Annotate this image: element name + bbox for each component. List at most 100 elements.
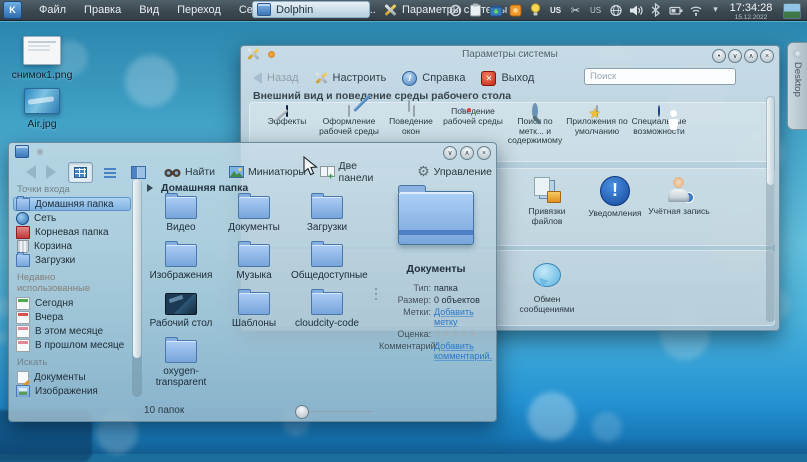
settings-item-messaging[interactable]: Обмен сообщениями xyxy=(512,259,582,315)
columns-view-icon xyxy=(131,166,146,179)
bluetooth-icon[interactable] xyxy=(648,3,663,18)
preview-image-icon xyxy=(229,166,244,178)
close-button[interactable]: × xyxy=(477,146,491,160)
settings-item-file-associations[interactable]: Привязки файлов xyxy=(512,175,582,227)
back-button[interactable]: Назад xyxy=(247,72,299,84)
minimize-button[interactable]: ∨ xyxy=(728,49,742,63)
folder-view: Видео Документы Загрузки Изображения Муз… xyxy=(145,193,367,388)
settings-item-accessibility[interactable]: Специальные возможности xyxy=(628,107,690,161)
find-button[interactable]: Найти xyxy=(164,166,215,178)
places-section-header: Искать xyxy=(17,357,131,368)
maximize-button[interactable]: ∧ xyxy=(460,146,474,160)
folder-item-public[interactable]: Общедоступные xyxy=(291,241,363,281)
settings-item-account[interactable]: Учётная запись xyxy=(644,175,714,217)
places-section-header: Недавно использованные xyxy=(17,272,131,294)
menu-edit[interactable]: Правка xyxy=(75,0,130,20)
settings-item-search[interactable]: Поиск по метк... и содержимому xyxy=(504,107,566,161)
app-launcher-button[interactable] xyxy=(3,1,22,19)
folder-item-downloads[interactable]: Загрузки xyxy=(291,193,363,233)
close-button[interactable]: × xyxy=(760,49,774,63)
home-folder-icon xyxy=(16,198,30,211)
settings-search-input[interactable] xyxy=(584,68,736,85)
menu-go[interactable]: Переход xyxy=(168,0,230,20)
add-tag-link[interactable]: Добавить метку xyxy=(434,307,493,327)
orange-app-icon[interactable] xyxy=(508,3,523,18)
places-item-trash[interactable]: Корзина xyxy=(13,239,131,253)
places-item-today[interactable]: Сегодня xyxy=(13,296,131,310)
menu-file[interactable]: Файл xyxy=(30,0,75,20)
places-item-home[interactable]: Домашняя папка xyxy=(13,197,131,211)
previews-button[interactable]: Миниатюры xyxy=(229,166,306,178)
places-item-network[interactable]: Сеть xyxy=(13,211,131,225)
forward-arrow-icon[interactable] xyxy=(46,165,63,179)
images-folder-icon xyxy=(16,385,30,398)
device-notifier-icon[interactable] xyxy=(488,3,503,18)
places-item-last-month[interactable]: В прошлом месяце xyxy=(13,338,131,352)
configure-button[interactable]: Настроить xyxy=(315,72,387,85)
settings-item-notifications[interactable]: Уведомления xyxy=(580,175,650,219)
folder-item-desktop[interactable]: Рабочий стол xyxy=(145,289,217,329)
settings-item-default-apps[interactable]: Приложения по умолчанию xyxy=(566,107,628,161)
desktop-icon-screenshot[interactable]: снимок1.png xyxy=(0,36,84,81)
details-view-icon xyxy=(104,167,116,178)
tray-expander-icon[interactable]: ▾ xyxy=(708,3,723,18)
quit-button[interactable]: ✕ Выход xyxy=(481,71,534,86)
places-item-yesterday[interactable]: Вчера xyxy=(13,310,131,324)
dolphin-titlebar[interactable]: ∨ ∧ × xyxy=(9,143,496,160)
klipper-scissors-icon[interactable]: ✂ xyxy=(568,3,583,18)
rating-stars[interactable]: ★★★★★ xyxy=(434,329,493,339)
menu-view[interactable]: Вид xyxy=(130,0,168,20)
folder-item-video[interactable]: Видео xyxy=(145,193,217,233)
zoom-slider-track[interactable] xyxy=(305,411,373,412)
folder-icon xyxy=(311,244,343,267)
magnifier-icon xyxy=(532,103,538,119)
wifi-icon[interactable] xyxy=(688,3,703,18)
places-item-downloads[interactable]: Загрузки xyxy=(13,253,131,267)
lightbulb-icon[interactable] xyxy=(528,3,543,18)
back-arrow-icon[interactable] xyxy=(19,165,36,179)
folder-item-music[interactable]: Музыка xyxy=(218,241,290,281)
panel-splitter-grip[interactable] xyxy=(375,285,378,303)
battery-icon[interactable] xyxy=(668,3,683,18)
folder-icon xyxy=(165,244,197,267)
control-button[interactable]: ⚙ Управление xyxy=(417,165,492,179)
settings-item-label: Учётная запись xyxy=(644,207,714,217)
klipper-empty-icon[interactable] xyxy=(448,3,463,18)
desktop-edge-tab[interactable]: Desktop xyxy=(787,42,807,130)
maximize-button[interactable]: ∧ xyxy=(744,49,758,63)
window-menu-button[interactable]: • xyxy=(712,49,726,63)
breadcrumb-arrow-icon xyxy=(147,184,157,192)
keyboard-layout-indicator[interactable]: US xyxy=(548,3,563,18)
binoculars-icon xyxy=(164,166,181,178)
places-item-images[interactable]: Изображения xyxy=(13,384,131,397)
info-size-label: Размер: xyxy=(379,295,431,305)
folder-item-images[interactable]: Изображения xyxy=(145,241,217,281)
keyboard-layout-indicator-2[interactable]: US xyxy=(588,3,603,18)
folder-item-cloudcity[interactable]: cloudcity-code xyxy=(291,289,363,329)
places-item-documents[interactable]: Документы xyxy=(13,370,131,384)
minimize-button[interactable]: ∨ xyxy=(443,146,457,160)
add-comment-link[interactable]: Добавить комментарий. xyxy=(434,341,490,361)
settings-scrollbar[interactable] xyxy=(766,96,775,322)
desktop-icon-air[interactable]: Air.jpg xyxy=(0,88,84,130)
information-panel: Документы Тип: папка Размер: 0 объектов … xyxy=(379,183,493,399)
clipboard-icon[interactable] xyxy=(468,3,483,18)
folder-item-oxygen[interactable]: oxygen-transparent xyxy=(145,337,217,388)
zoom-slider-knob[interactable] xyxy=(295,405,309,419)
folder-item-documents[interactable]: Документы xyxy=(218,193,290,233)
clock-widget[interactable]: 17:34:28 15.12.2022 xyxy=(725,0,777,20)
split-button[interactable]: + Две панели xyxy=(320,160,393,184)
settings-titlebar[interactable]: Параметры системы • ∨ ∧ × xyxy=(241,46,779,63)
show-desktop-icon[interactable] xyxy=(783,3,801,19)
network-icon[interactable] xyxy=(608,3,623,18)
folder-item-templates[interactable]: Шаблоны xyxy=(218,289,290,329)
info-tags-label: Метки: xyxy=(379,307,431,327)
settings-item-label: Оформление рабочей среды xyxy=(318,117,380,137)
help-button[interactable]: i Справка xyxy=(402,71,465,86)
taskbar-dolphin-button[interactable]: Dolphin xyxy=(252,1,370,18)
places-scrollbar[interactable] xyxy=(132,179,142,397)
places-item-root[interactable]: Корневая папка xyxy=(13,225,131,239)
volume-icon[interactable] xyxy=(628,3,643,18)
appearance-icon xyxy=(348,105,350,117)
places-item-this-month[interactable]: В этом месяце xyxy=(13,324,131,338)
